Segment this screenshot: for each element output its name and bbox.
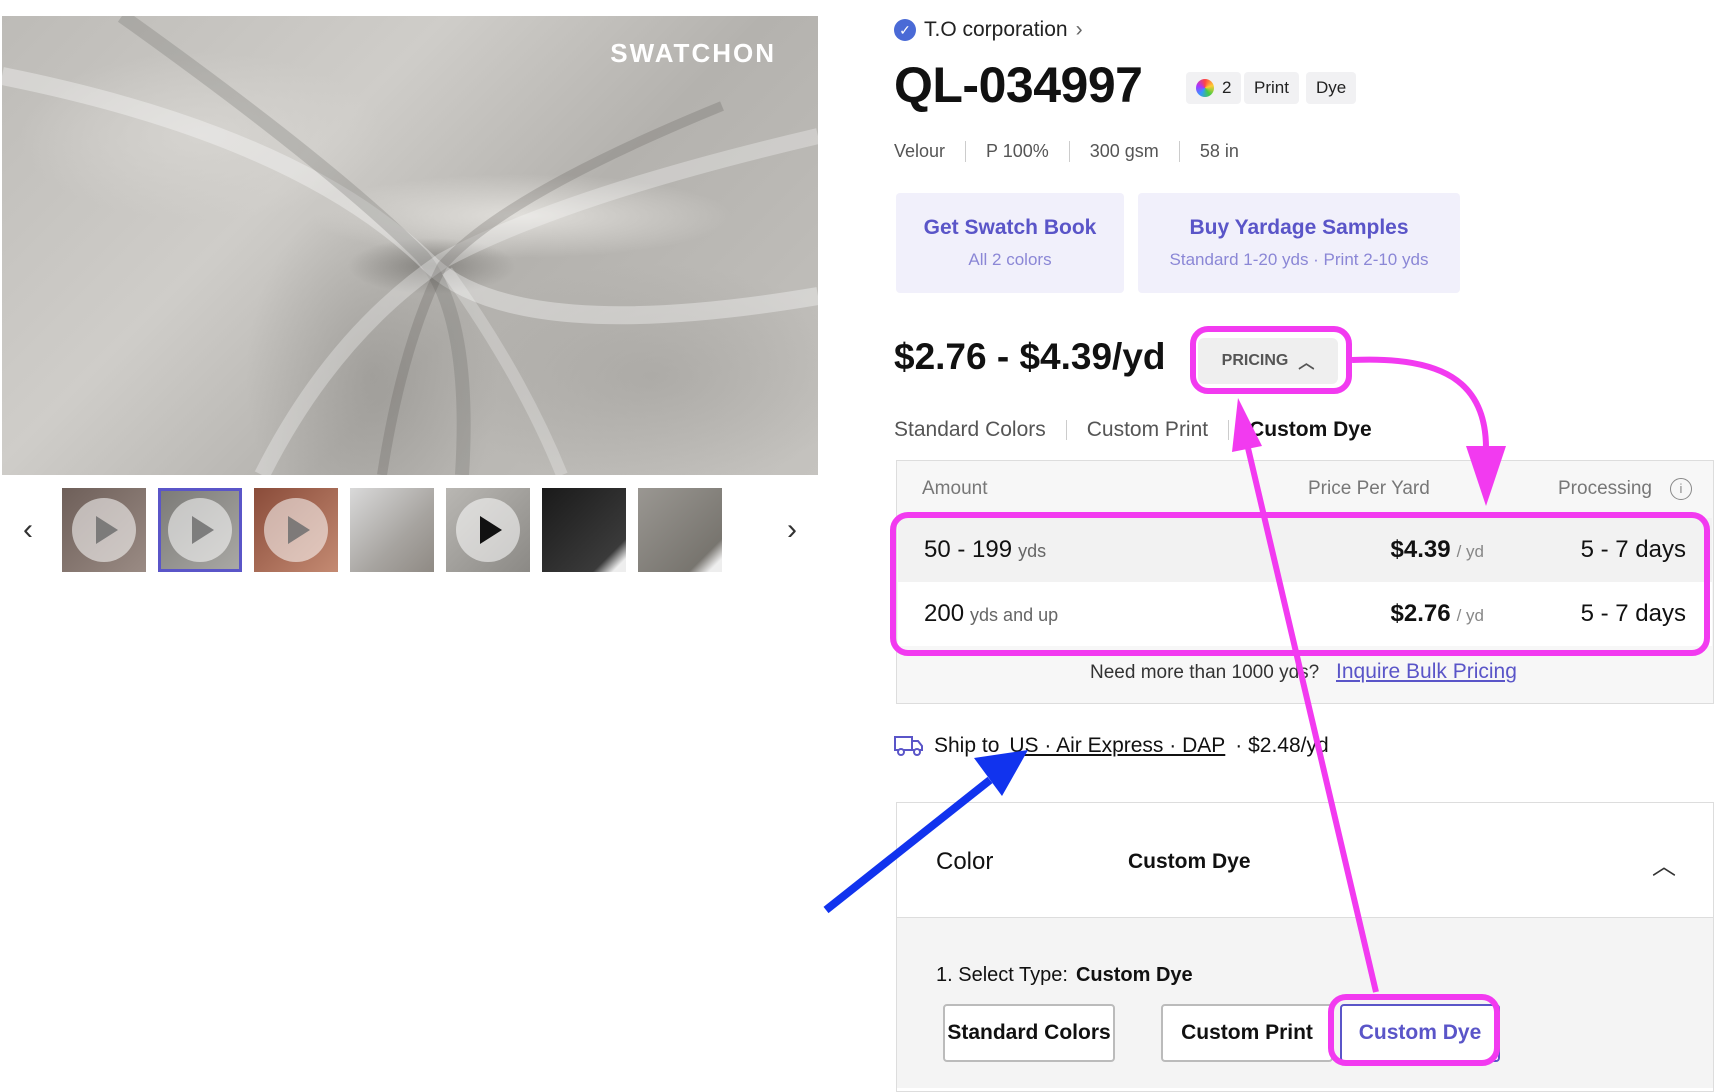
chevron-up-icon[interactable]: ︿ bbox=[1652, 846, 1676, 881]
tab-custom-dye[interactable]: Custom Dye bbox=[1249, 418, 1372, 442]
tab-standard-colors[interactable]: Standard Colors bbox=[894, 418, 1046, 442]
play-icon bbox=[72, 498, 136, 562]
swatch-book-sub: All 2 colors bbox=[968, 250, 1052, 269]
spec-composition: P 100% bbox=[965, 141, 1069, 162]
bulk-text: Need more than 1000 yds? bbox=[1090, 662, 1320, 683]
brand-watermark: SWATCHON bbox=[610, 38, 776, 68]
thumbnail-5[interactable] bbox=[446, 488, 530, 572]
thumbnail-1[interactable] bbox=[62, 488, 146, 572]
color-value: Custom Dye bbox=[1128, 850, 1251, 873]
thumbnail-4[interactable] bbox=[350, 488, 434, 572]
shipping-cost: · $2.48/yd bbox=[1235, 734, 1329, 757]
spec-weight: 300 gsm bbox=[1068, 141, 1179, 162]
yardage-title: Buy Yardage Samples bbox=[1189, 216, 1409, 239]
color-count-badge: 2 bbox=[1186, 72, 1242, 104]
color-section-body bbox=[897, 918, 1713, 1088]
header-amount: Amount bbox=[922, 478, 988, 499]
price-range: $2.76 - $4.39/yd bbox=[894, 336, 1166, 377]
tag-dye: Dye bbox=[1306, 72, 1357, 104]
tab-custom-print[interactable]: Custom Print bbox=[1087, 418, 1208, 442]
header-processing: Processing bbox=[1558, 478, 1652, 499]
tag-print: Print bbox=[1244, 72, 1299, 104]
select-type-label: 1. Select Type: Custom Dye bbox=[936, 964, 1193, 986]
play-icon bbox=[168, 498, 232, 562]
type-custom-print-button[interactable]: Custom Print bbox=[1161, 1004, 1333, 1062]
verified-badge-icon: ✓ bbox=[894, 19, 916, 41]
shipping-destination-link[interactable]: US · Air Express · DAP bbox=[1009, 734, 1225, 758]
type-standard-colors-button[interactable]: Standard Colors bbox=[943, 1004, 1115, 1062]
color-section-header[interactable] bbox=[896, 802, 1714, 918]
inquire-bulk-pricing-link[interactable]: Inquire Bulk Pricing bbox=[1336, 660, 1517, 684]
color-label: Color bbox=[936, 848, 994, 875]
gallery-prev-button[interactable]: ‹ bbox=[8, 510, 48, 550]
fabric-folds bbox=[2, 16, 818, 475]
thumbnail-2[interactable] bbox=[158, 488, 242, 572]
tab-divider bbox=[1065, 420, 1067, 440]
highlight-custom-dye bbox=[1328, 994, 1500, 1066]
color-wheel-icon bbox=[1196, 79, 1214, 97]
spec-list: Velour P 100% 300 gsm 58 in bbox=[894, 141, 1259, 162]
thumbnail-6[interactable] bbox=[542, 488, 626, 572]
chevron-left-icon: ‹ bbox=[23, 513, 33, 546]
pricing-tabs: Standard Colors Custom Print Custom Dye bbox=[894, 418, 1372, 442]
chevron-right-icon: › bbox=[1075, 18, 1083, 41]
truck-icon bbox=[894, 736, 923, 756]
info-icon[interactable]: i bbox=[1670, 478, 1692, 500]
spec-type: Velour bbox=[894, 141, 946, 161]
product-main-image[interactable]: SWATCHON bbox=[2, 16, 818, 475]
play-icon bbox=[264, 498, 328, 562]
get-swatch-book-button[interactable]: Get Swatch Book All 2 colors bbox=[896, 193, 1124, 293]
thumbnail-7[interactable] bbox=[638, 488, 722, 572]
product-code: QL-034997 bbox=[894, 57, 1143, 113]
tab-divider bbox=[1228, 420, 1230, 440]
gallery-next-button[interactable]: › bbox=[772, 510, 812, 550]
highlight-pricing bbox=[1190, 326, 1352, 394]
play-icon bbox=[456, 498, 520, 562]
color-count: 2 bbox=[1222, 78, 1232, 97]
shipping-info: Ship to US · Air Express · DAP · $2.48/y… bbox=[894, 734, 1329, 758]
ship-prefix: Ship to bbox=[934, 734, 1000, 757]
chevron-right-icon: › bbox=[787, 513, 797, 546]
buy-yardage-samples-button[interactable]: Buy Yardage Samples Standard 1-20 yds · … bbox=[1138, 193, 1460, 293]
yardage-sub: Standard 1-20 yds · Print 2-10 yds bbox=[1169, 250, 1429, 269]
highlight-price-rows bbox=[890, 512, 1710, 656]
thumbnail-3[interactable] bbox=[254, 488, 338, 572]
supplier-name: T.O corporation bbox=[924, 18, 1068, 41]
header-price-per-yard: Price Per Yard bbox=[1308, 478, 1430, 499]
supplier-link[interactable]: ✓ T.O corporation › bbox=[894, 18, 1083, 42]
swatch-book-title: Get Swatch Book bbox=[923, 216, 1097, 239]
spec-width: 58 in bbox=[1178, 141, 1259, 162]
